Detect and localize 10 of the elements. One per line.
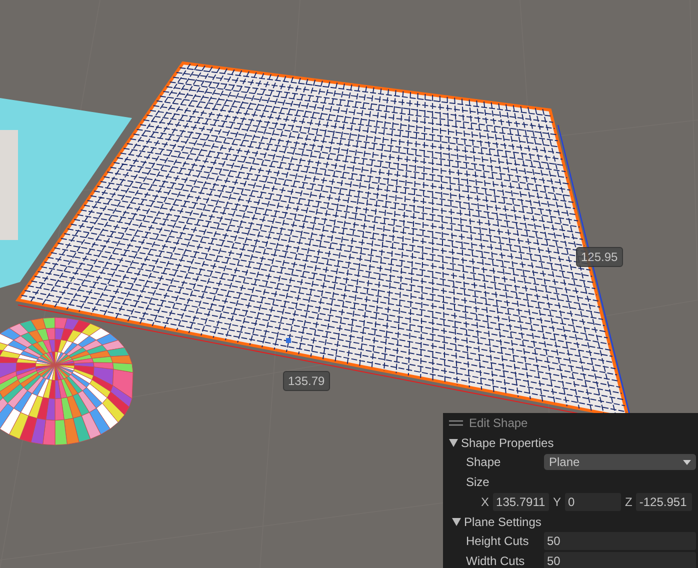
dimension-label: 125.95 <box>576 247 623 267</box>
field-label: Width Cuts <box>466 554 526 568</box>
field-label: Size <box>466 475 490 489</box>
axis-label: Z <box>625 495 632 509</box>
axis-label: X <box>481 495 490 509</box>
axis-label: Y <box>553 495 562 509</box>
field-label: Height Cuts <box>466 534 530 548</box>
field-label: Shape <box>466 455 502 469</box>
dimension-label: 135.79 <box>283 371 330 391</box>
overlay-title: Edit Shape <box>469 416 528 430</box>
